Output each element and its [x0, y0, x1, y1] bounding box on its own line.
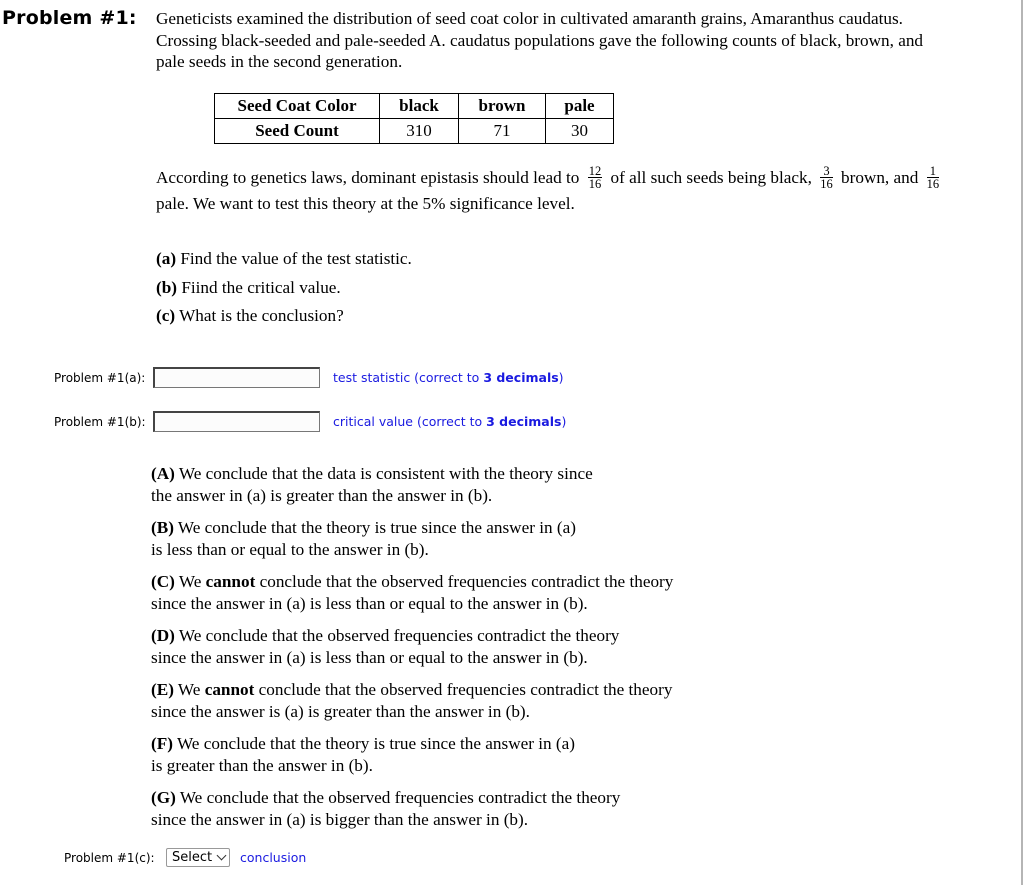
- problem-intro: Geneticists examined the distribution of…: [156, 8, 1006, 73]
- option-b: (B) We conclude that the theory is true …: [151, 517, 673, 560]
- hint-text: ): [561, 414, 567, 429]
- option-text-line-2: is less than or equal to the answer in (…: [151, 539, 429, 559]
- answer-label-c: Problem #1(c):: [64, 851, 155, 865]
- theory-statement: According to genetics laws, dominant epi…: [156, 163, 1006, 215]
- part-b: (b) Fiind the critical value.: [156, 274, 412, 303]
- option-text-line-2: since the answer in (a) is less than or …: [151, 647, 588, 667]
- part-text: What is the conclusion?: [179, 306, 344, 325]
- part-text: Find the value of the test statistic.: [180, 249, 412, 268]
- option-text: conclude that the observed frequencies c…: [255, 572, 674, 591]
- part-label: (a): [156, 249, 177, 268]
- fraction-denominator: 16: [820, 176, 833, 191]
- conclusion-options: (A) We conclude that the data is consist…: [151, 463, 673, 841]
- hint-text: critical value (correct to: [333, 414, 487, 429]
- seed-count-table: Seed Coat Color black brown pale Seed Co…: [214, 93, 614, 144]
- test-statistic-hint: test statistic (correct to 3 decimals): [333, 370, 564, 385]
- theory-line-1: According to genetics laws, dominant epi…: [156, 163, 1006, 193]
- option-text: We conclude that the observed frequencie…: [174, 626, 620, 645]
- hint-bold-text: 3 decimals: [486, 414, 562, 429]
- answer-label-b: Problem #1(b):: [54, 415, 146, 429]
- table-row: Seed Count 310 71 30: [214, 118, 614, 144]
- option-key: (A): [151, 464, 175, 483]
- theory-text: of all such seeds being black,: [610, 168, 812, 187]
- option-text-line-2: is greater than the answer in (b).: [151, 755, 373, 775]
- option-key: (E): [151, 680, 174, 699]
- option-text: We conclude that the theory is true sinc…: [173, 518, 576, 537]
- fraction-denominator: 16: [588, 176, 602, 191]
- option-bold-text: cannot: [205, 572, 256, 591]
- critical-value-hint: critical value (correct to 3 decimals): [333, 414, 566, 429]
- critical-value-input[interactable]: [153, 411, 320, 432]
- theory-line-2: pale. We want to test this theory at the…: [156, 194, 575, 213]
- fraction-numerator: 3: [820, 164, 833, 178]
- option-d: (D) We conclude that the observed freque…: [151, 625, 673, 668]
- table-header-cell: Seed Coat Color: [214, 93, 380, 119]
- problem-parts: (a) Find the value of the test statistic…: [156, 245, 412, 331]
- chevron-down-icon: [216, 850, 227, 861]
- option-text: We conclude that the data is consistent …: [174, 464, 593, 483]
- option-key: (F): [151, 734, 173, 753]
- option-key: (B): [151, 518, 174, 537]
- problem-title: Problem #1:: [2, 7, 137, 29]
- option-key: (D): [151, 626, 175, 645]
- option-key: (C): [151, 572, 175, 591]
- conclusion-hint: conclusion: [240, 850, 307, 865]
- part-c: (c) What is the conclusion?: [156, 302, 412, 331]
- select-value: Select: [172, 850, 213, 865]
- option-a: (A) We conclude that the data is consist…: [151, 463, 673, 506]
- part-label: (c): [156, 306, 176, 325]
- table-header-row: Seed Coat Color black brown pale: [214, 93, 614, 119]
- option-text-line-2: since the answer in (a) is bigger than t…: [151, 809, 529, 829]
- option-text-line-2: since the answer is (a) is greater than …: [151, 701, 530, 721]
- fraction-numerator: 1: [926, 164, 940, 178]
- intro-line: Crossing black-seeded and pale-seeded A.…: [156, 30, 924, 50]
- option-e: (E) We cannot conclude that the observed…: [151, 679, 673, 722]
- table-row-label: Seed Count: [214, 118, 380, 144]
- option-text: We conclude that the theory is true sinc…: [172, 734, 576, 753]
- option-text: We: [173, 680, 205, 699]
- table-cell: 71: [458, 118, 546, 144]
- theory-text: According to genetics laws, dominant epi…: [156, 168, 580, 187]
- fraction-denominator: 16: [926, 176, 940, 191]
- option-bold-text: cannot: [204, 680, 255, 699]
- fraction-pale: 1 16: [926, 164, 940, 191]
- table-header-cell: black: [379, 93, 459, 119]
- table-header-cell: pale: [545, 93, 614, 119]
- option-text-line-2: the answer in (a) is greater than the an…: [151, 485, 493, 505]
- hint-text: ): [558, 370, 564, 385]
- fraction-brown: 3 16: [820, 164, 833, 191]
- option-text: conclude that the observed frequencies c…: [254, 680, 673, 699]
- option-text: We conclude that the observed frequencie…: [175, 788, 621, 807]
- hint-text: test statistic (correct to: [333, 370, 484, 385]
- part-a: (a) Find the value of the test statistic…: [156, 245, 412, 274]
- table-cell: 310: [379, 118, 459, 144]
- conclusion-select[interactable]: Select: [166, 848, 231, 867]
- intro-line: Geneticists examined the distribution of…: [156, 9, 903, 28]
- fraction-black: 12 16: [587, 163, 603, 191]
- test-statistic-input[interactable]: [153, 367, 320, 388]
- part-text: Fiind the critical value.: [181, 277, 341, 297]
- option-text-line-2: since the answer in (a) is less than or …: [151, 593, 588, 613]
- option-key: (G): [151, 788, 176, 807]
- option-text: We: [174, 572, 206, 591]
- theory-text: brown, and: [841, 168, 919, 187]
- table-header-cell: brown: [458, 93, 546, 119]
- hint-bold-text: 3 decimals: [483, 370, 559, 385]
- page-right-border: [1021, 0, 1023, 885]
- option-g: (G) We conclude that the observed freque…: [151, 787, 673, 830]
- fraction-numerator: 12: [587, 163, 603, 178]
- answer-label-a: Problem #1(a):: [54, 371, 146, 385]
- option-f: (F) We conclude that the theory is true …: [151, 733, 673, 776]
- part-label: (b): [156, 277, 178, 297]
- intro-line: pale seeds in the second generation.: [156, 52, 403, 71]
- table-cell: 30: [545, 118, 614, 144]
- option-c: (C) We cannot conclude that the observed…: [151, 571, 673, 614]
